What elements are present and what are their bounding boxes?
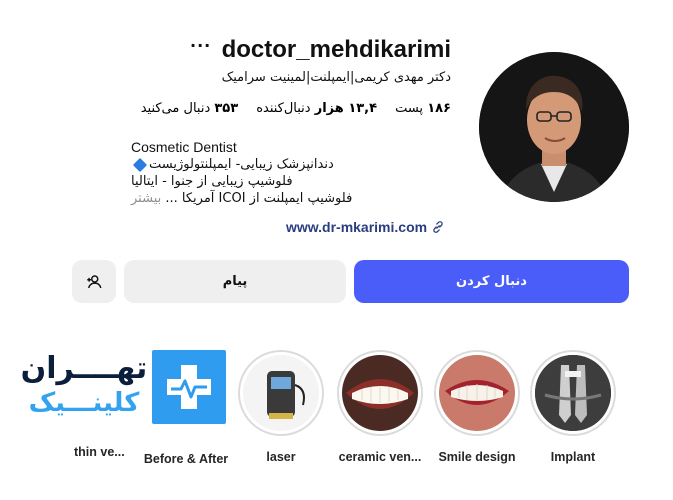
followers-value: ۱۳,۴ هزار bbox=[314, 101, 378, 116]
posts-count[interactable]: ۱۸۶ پست bbox=[395, 101, 451, 116]
bio-more-link[interactable]: بیشتر bbox=[131, 191, 161, 206]
highlight-laser[interactable]: laser bbox=[234, 350, 328, 464]
clinic-logo-text: تهــــران کلینـــیک bbox=[14, 350, 154, 424]
xray-thumbnail bbox=[535, 355, 611, 431]
suggested-accounts-button[interactable] bbox=[72, 260, 116, 303]
clinic-logo-line-2: کلینـــیک bbox=[28, 388, 140, 418]
profile-username: doctor_mehdikarimi bbox=[221, 36, 451, 63]
avatar-photo bbox=[479, 52, 629, 202]
message-button[interactable]: پیام bbox=[124, 260, 346, 303]
bio-line-2: دندانپزشک زیبایی- ایمپلنتولوژیست bbox=[131, 156, 451, 173]
following-label: دنبال می‌کنید bbox=[140, 101, 211, 116]
highlight-label: Before & After bbox=[143, 452, 229, 466]
posts-value: ۱۸۶ bbox=[427, 101, 451, 116]
highlight-smile-design[interactable]: Smile design bbox=[430, 350, 524, 464]
highlight-ring bbox=[337, 350, 423, 436]
following-count[interactable]: ۳۵۳ دنبال می‌کنید bbox=[141, 101, 238, 116]
highlight-implant[interactable]: Implant bbox=[526, 350, 620, 464]
highlight-label: Implant bbox=[550, 450, 596, 464]
medical-cross-icon bbox=[152, 350, 226, 424]
blue-diamond-icon bbox=[132, 157, 148, 172]
highlight-label: ceramic ven... bbox=[338, 450, 422, 464]
highlight-label: Smile design bbox=[438, 450, 516, 464]
highlight-ring bbox=[238, 350, 324, 436]
profile-avatar[interactable] bbox=[479, 52, 629, 202]
bio-line-4: فلوشیپ ایمپلنت از ICOI آمریکا ... بیشتر bbox=[131, 190, 451, 207]
clinic-logo: تهــــران کلینـــیک bbox=[14, 350, 226, 424]
highlight-ring bbox=[530, 350, 616, 436]
profile-bio: Cosmetic Dentist دندانپزشک زیبایی- ایمپل… bbox=[131, 139, 451, 207]
clinic-logo-line-1: تهــــران bbox=[20, 351, 148, 386]
bio-line-2-text: دندانپزشک زیبایی- ایمپلنتولوژیست bbox=[149, 157, 334, 172]
bio-line-3: فلوشیپ زیبایی از جنوا - ایتالیا bbox=[131, 174, 293, 189]
highlight-ceramic-veneers[interactable]: ceramic ven... bbox=[333, 350, 427, 464]
highlight-thin-veneers-label[interactable]: thin ve... bbox=[74, 445, 125, 459]
followers-label: دنبال‌کننده bbox=[256, 101, 311, 116]
link-icon bbox=[433, 221, 443, 233]
bio-line-1: Cosmetic Dentist bbox=[131, 139, 237, 155]
highlight-ring bbox=[434, 350, 520, 436]
more-options-icon[interactable]: ··· bbox=[190, 36, 211, 55]
posts-label: پست bbox=[395, 101, 424, 116]
followers-count[interactable]: ۱۳,۴ هزار دنبال‌کننده bbox=[256, 101, 377, 116]
bio-line-4-text: فلوشیپ ایمپلنت از ICOI آمریکا ... bbox=[165, 191, 353, 206]
profile-full-name: دکتر مهدی کریمی|ایمپلنت|لمینیت سرامیک bbox=[221, 70, 451, 85]
veneer-thumbnail bbox=[342, 355, 418, 431]
laser-device-thumbnail bbox=[243, 355, 319, 431]
profile-stats: ۱۸۶ پست ۱۳,۴ هزار دنبال‌کننده ۳۵۳ دنبال … bbox=[141, 101, 451, 116]
following-value: ۳۵۳ bbox=[214, 101, 239, 116]
highlight-label: laser bbox=[266, 450, 296, 464]
follow-button[interactable]: دنبال کردن bbox=[354, 260, 629, 303]
profile-website-link[interactable]: www.dr-mkarimi.com bbox=[286, 219, 445, 235]
add-person-icon bbox=[87, 274, 102, 288]
smile-thumbnail bbox=[439, 355, 515, 431]
website-text: www.dr-mkarimi.com bbox=[286, 219, 428, 235]
